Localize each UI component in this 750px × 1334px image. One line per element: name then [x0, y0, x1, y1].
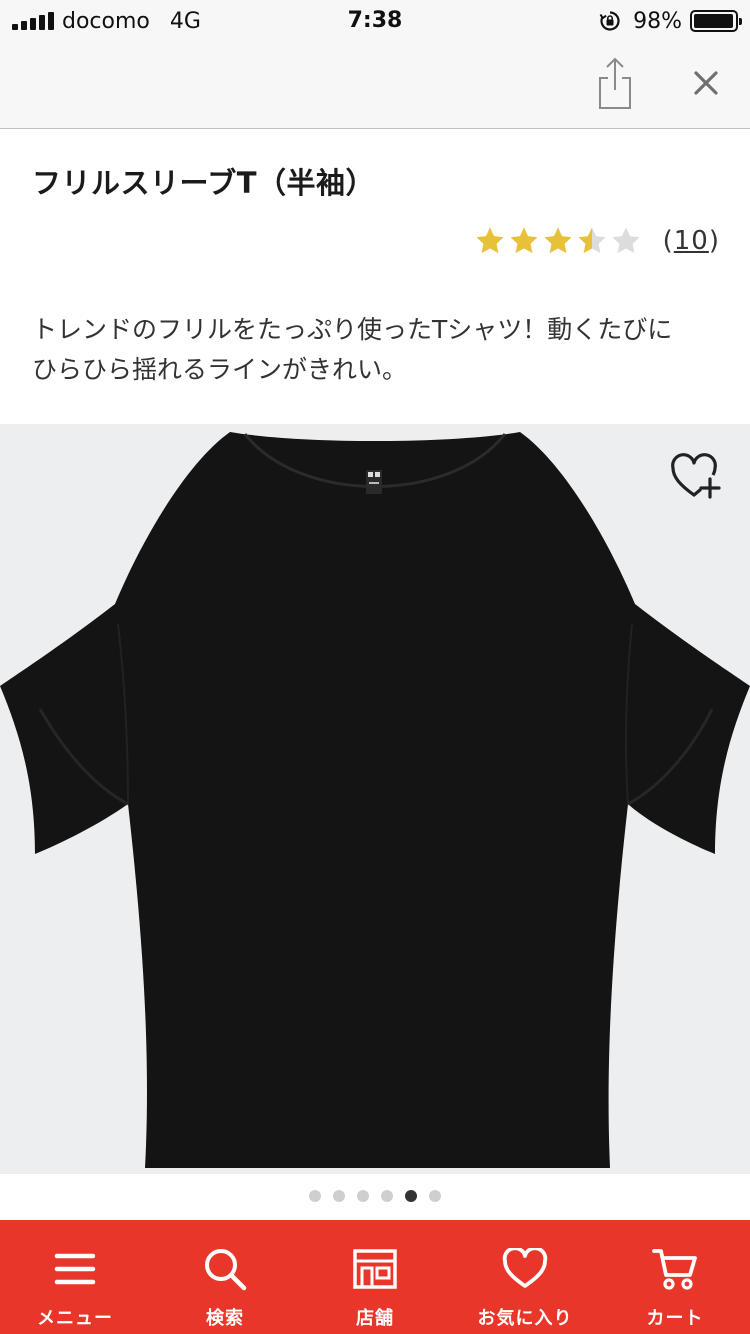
heart-plus-icon [671, 453, 721, 499]
carousel-dot[interactable] [309, 1190, 321, 1202]
orientation-lock-icon [599, 11, 620, 31]
rating[interactable]: (10) [475, 222, 720, 260]
carousel-indicator[interactable] [0, 1190, 750, 1202]
bottom-nav: メニュー 検索 店舗 お気に入り カート [0, 1220, 750, 1334]
nav-menu[interactable]: メニュー [0, 1220, 150, 1334]
battery-percent: 98% [633, 8, 682, 34]
menu-icon [54, 1253, 96, 1285]
nav-label: メニュー [37, 1308, 113, 1329]
nav-label: カート [646, 1308, 704, 1329]
nav-search[interactable]: 検索 [150, 1220, 300, 1334]
status-bar: docomo 4G 7:38 98% [0, 0, 750, 40]
star-empty-icon [612, 227, 640, 254]
review-count-open: ( [662, 226, 674, 256]
battery-fill [694, 14, 734, 28]
star-full-icon [476, 227, 504, 254]
nav-favorites[interactable]: お気に入り [450, 1220, 600, 1334]
search-icon [205, 1249, 247, 1291]
star-half-icon [578, 227, 606, 254]
carousel-dot[interactable] [429, 1190, 441, 1202]
tshirt-image [0, 432, 750, 1168]
product-image[interactable] [0, 424, 750, 1174]
status-right: 98% [599, 7, 742, 35]
battery-icon [690, 10, 742, 32]
review-count-close: ) [708, 226, 720, 256]
toolbar [0, 40, 750, 129]
nav-cart[interactable]: カート [600, 1220, 750, 1334]
nav-store[interactable]: 店舗 [300, 1220, 450, 1334]
star-rating [475, 226, 641, 256]
product-title: フリルスリーブT（半袖） [32, 166, 376, 200]
product-description: トレンドのフリルをたっぷり使ったTシャツ！動くたびに ひらひら揺れるラインがきれ… [32, 310, 722, 390]
carousel-dot[interactable] [405, 1190, 417, 1202]
share-button[interactable] [590, 52, 640, 116]
nav-label: 店舗 [356, 1308, 394, 1329]
nav-label: 検索 [206, 1308, 244, 1329]
store-icon [353, 1249, 397, 1289]
carousel-dot[interactable] [357, 1190, 369, 1202]
share-icon [599, 57, 631, 109]
star-full-icon [510, 227, 538, 254]
description-line: トレンドのフリルをたっぷり使ったTシャツ！動くたびに [32, 315, 673, 344]
add-favorite-button[interactable] [670, 453, 722, 501]
heart-icon [502, 1248, 548, 1288]
review-count: 10 [673, 226, 709, 256]
close-button[interactable] [682, 58, 730, 108]
close-icon [694, 71, 718, 95]
cart-icon [652, 1249, 697, 1290]
carousel-dot[interactable] [381, 1190, 393, 1202]
review-count-link[interactable]: (10) [663, 226, 720, 256]
nav-label: お気に入り [477, 1308, 573, 1329]
carousel-dot[interactable] [333, 1190, 345, 1202]
description-line: ひらひら揺れるラインがきれい。 [32, 355, 408, 384]
star-full-icon [544, 227, 572, 254]
